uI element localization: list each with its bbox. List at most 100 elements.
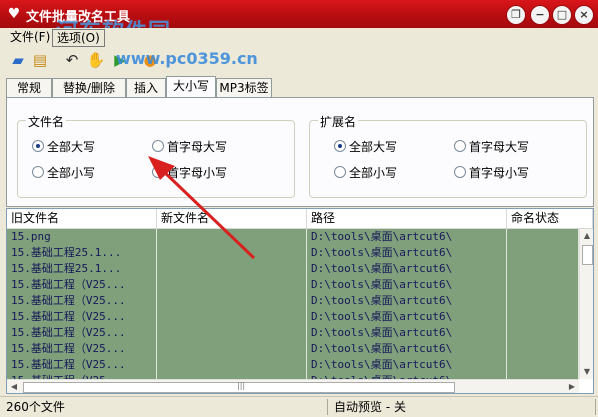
old-name-cell: 15.基础工程25.1... bbox=[7, 245, 157, 261]
path-cell: D:\tools\桌面\artcut6\ bbox=[307, 277, 507, 293]
column-status[interactable]: 命名状态 bbox=[507, 209, 593, 228]
path-cell: D:\tools\桌面\artcut6\ bbox=[307, 293, 507, 309]
path-cell: D:\tools\桌面\artcut6\ bbox=[307, 245, 507, 261]
filename-all-upper-radio[interactable]: 全部大写 bbox=[32, 139, 95, 155]
radio-icon bbox=[152, 166, 164, 178]
menu-file[interactable]: 文件(F) bbox=[6, 29, 54, 45]
radio-icon bbox=[32, 166, 44, 178]
status-cell bbox=[507, 309, 579, 325]
table-row[interactable]: 15.基础工程（V25... D:\tools\桌面\artcut6\ bbox=[7, 357, 579, 373]
radio-icon bbox=[454, 140, 466, 152]
ext-cap-first-radio[interactable]: 首字母大写 bbox=[454, 139, 529, 155]
table-row[interactable]: 15.基础工程25.1... D:\tools\桌面\artcut6\ bbox=[7, 245, 579, 261]
ext-lower-first-radio[interactable]: 首字母小写 bbox=[454, 165, 529, 181]
new-name-cell bbox=[157, 229, 307, 245]
app-heart-icon: ♥ bbox=[7, 6, 21, 22]
radio-icon bbox=[152, 140, 164, 152]
status-cell bbox=[507, 245, 579, 261]
table-row[interactable]: 15.基础工程25.1... D:\tools\桌面\artcut6\ bbox=[7, 261, 579, 277]
filename-cap-first-radio[interactable]: 首字母大写 bbox=[152, 139, 227, 155]
column-path[interactable]: 路径 bbox=[307, 209, 507, 228]
filename-lower-first-radio[interactable]: 首字母小写 bbox=[152, 165, 227, 181]
new-name-cell bbox=[157, 357, 307, 373]
undo-icon[interactable]: ↶ bbox=[62, 50, 82, 70]
table-row[interactable]: 15.基础工程（V25... D:\tools\桌面\artcut6\ bbox=[7, 277, 579, 293]
menu-options[interactable]: 选项(O) bbox=[52, 29, 105, 47]
column-old-name[interactable]: 旧文件名 bbox=[7, 209, 157, 228]
tab-mp3-tags[interactable]: MP3标签 bbox=[216, 78, 272, 98]
filename-group: 文件名 全部大写 首字母大写 全部小写 首字母小写 bbox=[17, 113, 295, 198]
new-name-cell bbox=[157, 341, 307, 357]
file-rows: 15.png D:\tools\桌面\artcut6\ 15.基础工程25.1...… bbox=[7, 229, 579, 379]
tab-insert[interactable]: 插入 bbox=[126, 78, 166, 98]
status-cell bbox=[507, 277, 579, 293]
folder-open-icon[interactable]: ▰ bbox=[8, 50, 28, 70]
case-panel: 文件名 全部大写 首字母大写 全部小写 首字母小写 扩展名 全部大写 首字母大写… bbox=[6, 97, 594, 207]
old-name-cell: 15.基础工程25.1... bbox=[7, 261, 157, 277]
file-count: 260个文件 bbox=[2, 399, 328, 415]
column-new-name[interactable]: 新文件名 bbox=[157, 209, 307, 228]
menu-bar: 文件(F) 选项(O) bbox=[0, 28, 598, 47]
minimize-button[interactable]: − bbox=[530, 5, 550, 25]
auto-preview-status: 自动预览 - 关 bbox=[330, 399, 596, 415]
path-cell: D:\tools\桌面\artcut6\ bbox=[307, 261, 507, 277]
tab-general[interactable]: 常规 bbox=[6, 78, 52, 98]
radio-icon bbox=[454, 166, 466, 178]
filename-legend: 文件名 bbox=[26, 113, 67, 130]
file-icon[interactable]: ▤ bbox=[30, 50, 50, 70]
extension-group: 扩展名 全部大写 首字母大写 全部小写 首字母小写 bbox=[309, 113, 587, 198]
path-cell: D:\tools\桌面\artcut6\ bbox=[307, 309, 507, 325]
status-cell bbox=[507, 325, 579, 341]
table-row[interactable]: 15.基础工程（V25... D:\tools\桌面\artcut6\ bbox=[7, 309, 579, 325]
old-name-cell: 15.基础工程（V25... bbox=[7, 357, 157, 373]
new-name-cell bbox=[157, 245, 307, 261]
old-name-cell: 15.基础工程（V25... bbox=[7, 309, 157, 325]
new-name-cell bbox=[157, 261, 307, 277]
table-row[interactable]: 15.基础工程（V25... D:\tools\桌面\artcut6\ bbox=[7, 341, 579, 357]
scroll-grip-icon: ||| bbox=[237, 381, 246, 390]
hand-icon[interactable]: ✋ bbox=[86, 50, 106, 70]
status-bar: 260个文件 自动预览 - 关 bbox=[0, 396, 598, 417]
new-name-cell bbox=[157, 293, 307, 309]
horizontal-scrollbar[interactable]: ◀ ||| ▶ bbox=[7, 379, 579, 393]
old-name-cell: 15.基础工程（V25... bbox=[7, 293, 157, 309]
scroll-up-icon[interactable]: ▲ bbox=[580, 229, 593, 243]
maximize-button[interactable]: □ bbox=[552, 5, 572, 25]
table-row[interactable]: 15.基础工程（V25... D:\tools\桌面\artcut6\ bbox=[7, 325, 579, 341]
old-name-cell: 15.基础工程（V25... bbox=[7, 277, 157, 293]
scroll-right-icon[interactable]: ▶ bbox=[565, 380, 579, 393]
scroll-down-icon[interactable]: ▼ bbox=[580, 365, 593, 379]
title-bar: ♥ 文件批量改名工具 河东软件园 ❐ − □ × bbox=[0, 0, 598, 45]
table-row[interactable]: 15.png D:\tools\桌面\artcut6\ bbox=[7, 229, 579, 245]
restore-button[interactable]: ❐ bbox=[506, 5, 526, 25]
path-cell: D:\tools\桌面\artcut6\ bbox=[307, 357, 507, 373]
path-cell: D:\tools\桌面\artcut6\ bbox=[307, 325, 507, 341]
status-cell bbox=[507, 229, 579, 245]
old-name-cell: 15.png bbox=[7, 229, 157, 245]
path-cell: D:\tools\桌面\artcut6\ bbox=[307, 341, 507, 357]
radio-selected-icon bbox=[334, 140, 346, 152]
table-row[interactable]: 15.基础工程（V25... D:\tools\桌面\artcut6\ bbox=[7, 293, 579, 309]
radio-selected-icon bbox=[32, 140, 44, 152]
status-cell bbox=[507, 357, 579, 373]
old-name-cell: 15.基础工程（V25... bbox=[7, 325, 157, 341]
tab-replace-delete[interactable]: 替换/删除 bbox=[52, 78, 126, 98]
file-list[interactable]: 旧文件名 新文件名 路径 命名状态 15.png D:\tools\桌面\artc… bbox=[6, 208, 594, 394]
file-list-header: 旧文件名 新文件名 路径 命名状态 bbox=[7, 209, 593, 229]
old-name-cell: 15.基础工程（V25... bbox=[7, 341, 157, 357]
path-cell: D:\tools\桌面\artcut6\ bbox=[307, 229, 507, 245]
scroll-thumb[interactable] bbox=[582, 245, 593, 265]
scroll-left-icon[interactable]: ◀ bbox=[7, 380, 21, 393]
ext-all-upper-radio[interactable]: 全部大写 bbox=[334, 139, 397, 155]
filename-all-lower-radio[interactable]: 全部小写 bbox=[32, 165, 95, 181]
close-button[interactable]: × bbox=[574, 5, 594, 25]
status-cell bbox=[507, 341, 579, 357]
extension-legend: 扩展名 bbox=[318, 113, 359, 130]
ext-all-lower-radio[interactable]: 全部小写 bbox=[334, 165, 397, 181]
toolbar: ▰ ▤ ↶ ✋ ▶ ● bbox=[0, 46, 598, 74]
site-url-watermark: www.pc0359.cn bbox=[116, 49, 258, 68]
status-cell bbox=[507, 293, 579, 309]
vertical-scrollbar[interactable]: ▲ ▼ bbox=[579, 229, 593, 379]
radio-icon bbox=[334, 166, 346, 178]
new-name-cell bbox=[157, 325, 307, 341]
